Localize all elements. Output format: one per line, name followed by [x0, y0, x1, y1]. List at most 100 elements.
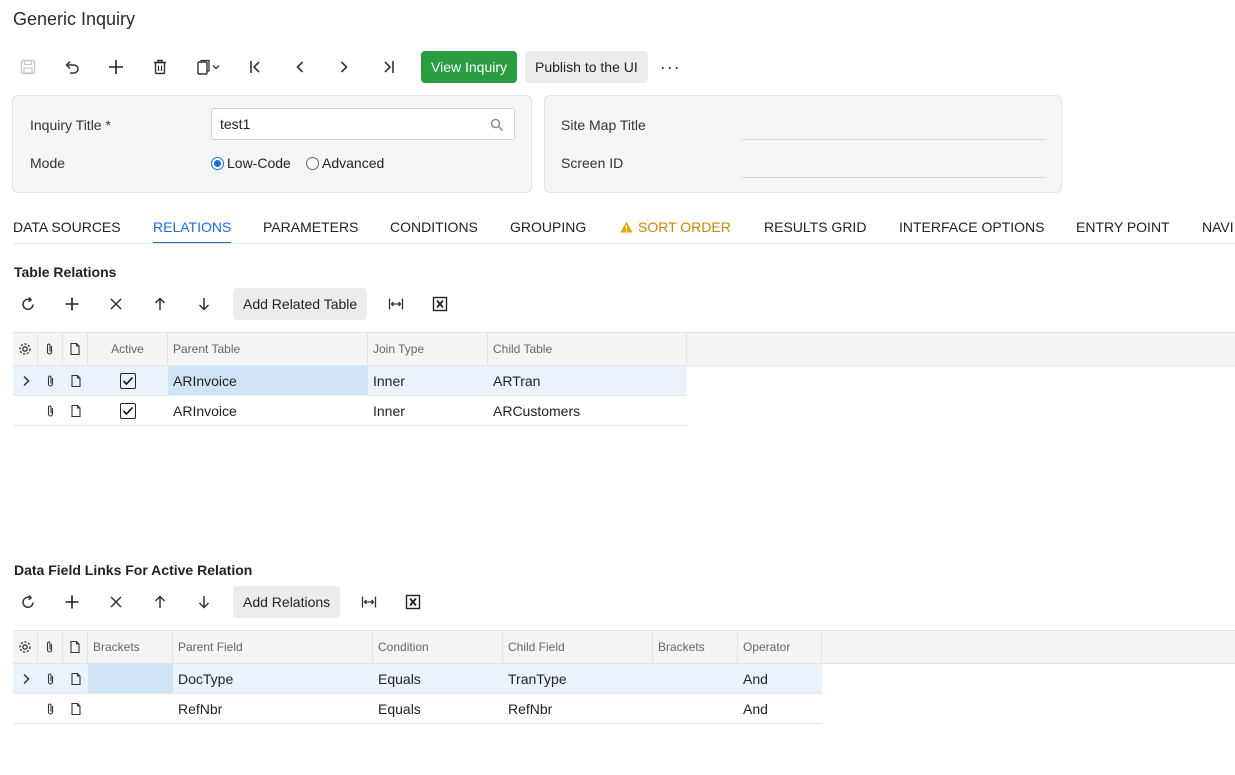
tab-entry-point[interactable]: ENTRY POINT	[1076, 219, 1170, 235]
mode-radio-advanced[interactable]: Advanced	[306, 155, 384, 171]
refresh-icon[interactable]	[13, 289, 43, 319]
search-icon[interactable]	[490, 118, 504, 132]
active-checkbox[interactable]	[88, 366, 168, 395]
column-header-child-table[interactable]: Child Table	[488, 333, 687, 365]
column-header-open-brackets[interactable]: Brackets	[88, 631, 173, 663]
delete-row-icon[interactable]	[101, 289, 131, 319]
operator-cell[interactable]: And	[738, 664, 822, 693]
column-header-parent-table[interactable]: Parent Table	[168, 333, 368, 365]
table-row[interactable]: ARInvoice Inner ARTran	[13, 366, 687, 396]
move-down-icon[interactable]	[189, 289, 219, 319]
copy-paste-icon[interactable]	[189, 52, 227, 82]
condition-cell[interactable]: Equals	[373, 664, 503, 693]
refresh-icon[interactable]	[13, 587, 43, 617]
fit-to-screen-icon[interactable]	[354, 587, 384, 617]
add-icon[interactable]	[101, 52, 131, 82]
attachment-icon	[38, 333, 63, 365]
open-brackets-cell[interactable]	[88, 664, 173, 693]
column-header-join-type[interactable]: Join Type	[368, 333, 488, 365]
previous-record-icon[interactable]	[285, 52, 315, 82]
condition-cell[interactable]: Equals	[373, 694, 503, 723]
fit-to-screen-icon[interactable]	[381, 289, 411, 319]
parent-table-cell[interactable]: ARInvoice	[168, 366, 368, 395]
first-record-icon[interactable]	[241, 52, 271, 82]
inquiry-title-input[interactable]: test1	[211, 108, 515, 140]
attachment-icon[interactable]	[38, 694, 63, 723]
export-excel-icon[interactable]	[398, 587, 428, 617]
parent-field-cell[interactable]: DocType	[173, 664, 373, 693]
attachment-icon[interactable]	[38, 664, 63, 693]
close-brackets-cell[interactable]	[653, 664, 738, 693]
delete-icon[interactable]	[145, 52, 175, 82]
child-field-cell[interactable]: RefNbr	[503, 694, 653, 723]
tab-data-sources[interactable]: DATA SOURCES	[13, 219, 121, 235]
add-row-icon[interactable]	[57, 289, 87, 319]
attachment-icon[interactable]	[38, 366, 63, 395]
expand-row-icon[interactable]	[13, 664, 38, 693]
tab-conditions[interactable]: CONDITIONS	[390, 219, 478, 235]
tab-bar: DATA SOURCES RELATIONS PARAMETERS CONDIT…	[13, 214, 1235, 244]
note-icon[interactable]	[63, 366, 88, 395]
tab-relations[interactable]: RELATIONS	[153, 219, 232, 243]
column-settings-icon[interactable]	[13, 631, 38, 663]
mode-radio-low-code[interactable]: Low-Code	[211, 155, 291, 171]
parent-table-cell[interactable]: ARInvoice	[168, 396, 368, 425]
join-type-cell[interactable]: Inner	[368, 366, 488, 395]
radio-selected-icon[interactable]	[211, 156, 224, 170]
tab-results-grid[interactable]: RESULTS GRID	[764, 219, 866, 235]
child-field-cell[interactable]: TranType	[503, 664, 653, 693]
site-map-title-field[interactable]	[741, 139, 1045, 140]
more-actions-button[interactable]: ···	[660, 57, 681, 78]
column-header-condition[interactable]: Condition	[373, 631, 503, 663]
move-up-icon[interactable]	[145, 289, 175, 319]
note-icon[interactable]	[63, 694, 88, 723]
table-row[interactable]: DocType Equals TranType And	[13, 664, 822, 694]
move-down-icon[interactable]	[189, 587, 219, 617]
parent-field-cell[interactable]: RefNbr	[173, 694, 373, 723]
data-field-links-toolbar: Add Relations	[13, 585, 442, 619]
child-table-cell[interactable]: ARTran	[488, 366, 687, 395]
column-header-operator[interactable]: Operator	[738, 631, 822, 663]
page-title: Generic Inquiry	[13, 9, 136, 29]
last-record-icon[interactable]	[373, 52, 403, 82]
column-header-active[interactable]: Active	[88, 333, 168, 365]
active-checkbox[interactable]	[88, 396, 168, 425]
data-field-links-header: Brackets Parent Field Condition Child Fi…	[13, 630, 1235, 664]
column-header-parent-field[interactable]: Parent Field	[173, 631, 373, 663]
export-excel-icon[interactable]	[425, 289, 455, 319]
add-row-icon[interactable]	[57, 587, 87, 617]
operator-cell[interactable]: And	[738, 694, 822, 723]
move-up-icon[interactable]	[145, 587, 175, 617]
undo-icon[interactable]	[57, 52, 87, 82]
column-header-close-brackets[interactable]: Brackets	[653, 631, 738, 663]
main-toolbar: View Inquiry Publish to the UI ···	[13, 50, 681, 84]
tab-navigation[interactable]: NAVI	[1202, 219, 1234, 235]
publish-to-ui-button[interactable]: Publish to the UI	[525, 51, 648, 83]
expand-row-icon[interactable]	[13, 366, 38, 395]
tab-sort-order[interactable]: SORT ORDER	[620, 219, 731, 235]
table-row[interactable]: RefNbr Equals RefNbr And	[13, 694, 822, 724]
tab-grouping[interactable]: GROUPING	[510, 219, 586, 235]
note-icon[interactable]	[63, 664, 88, 693]
attachment-icon[interactable]	[38, 396, 63, 425]
tab-parameters[interactable]: PARAMETERS	[263, 219, 358, 235]
open-brackets-cell[interactable]	[88, 694, 173, 723]
table-row[interactable]: ARInvoice Inner ARCustomers	[13, 396, 687, 426]
note-icon[interactable]	[63, 396, 88, 425]
view-inquiry-button[interactable]: View Inquiry	[421, 51, 518, 83]
join-type-cell[interactable]: Inner	[368, 396, 488, 425]
child-table-cell[interactable]: ARCustomers	[488, 396, 687, 425]
tab-interface-options[interactable]: INTERFACE OPTIONS	[899, 219, 1044, 235]
screen-id-field[interactable]	[741, 177, 1045, 178]
radio-unselected-icon[interactable]	[306, 156, 319, 170]
close-brackets-cell[interactable]	[653, 694, 738, 723]
column-header-child-field[interactable]: Child Field	[503, 631, 653, 663]
save-icon[interactable]	[13, 52, 43, 82]
add-relations-button[interactable]: Add Relations	[233, 586, 341, 618]
next-record-icon[interactable]	[329, 52, 359, 82]
delete-row-icon[interactable]	[101, 587, 131, 617]
add-related-table-button[interactable]: Add Related Table	[233, 288, 368, 320]
column-settings-icon[interactable]	[13, 333, 38, 365]
table-relations-toolbar: Add Related Table	[13, 287, 469, 321]
note-icon	[63, 631, 88, 663]
